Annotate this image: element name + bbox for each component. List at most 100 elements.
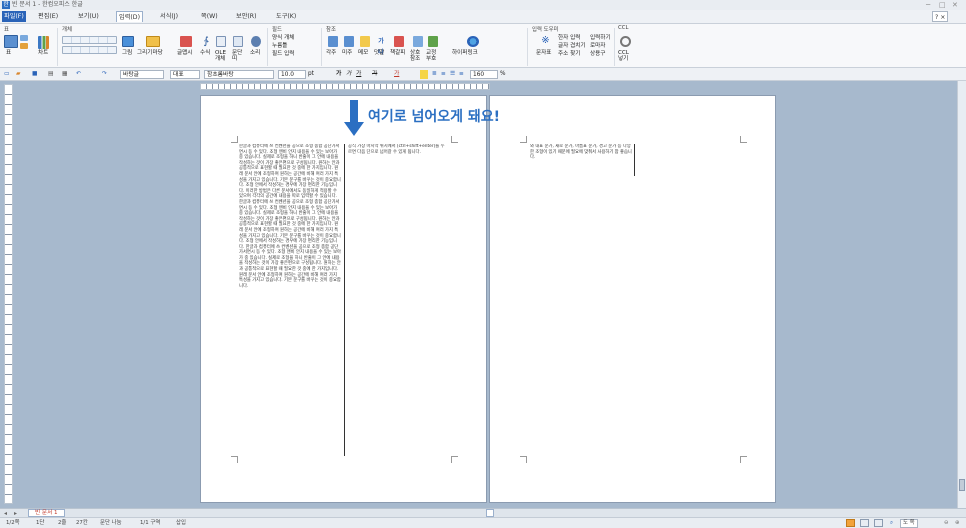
tab-document-1[interactable]: 빈 문서 1	[28, 509, 65, 517]
drawing-icon[interactable]	[146, 36, 160, 47]
field-input-button[interactable]: 필드 입력	[272, 51, 294, 58]
align-justify-icon[interactable]: ≡	[459, 70, 464, 79]
line-spacing-unit[interactable]: %	[500, 70, 506, 79]
scrollbar-thumb[interactable]	[959, 479, 965, 491]
status-mode[interactable]: 삽입	[176, 519, 186, 528]
style-select[interactable]: 바탕글	[120, 70, 164, 79]
hyperlink-button[interactable]: 하이퍼링크	[452, 50, 478, 57]
menu-format[interactable]: 서식(J)	[158, 11, 180, 22]
bold-button[interactable]: 가	[336, 70, 341, 79]
font-color-button[interactable]: 가	[394, 70, 399, 79]
align-center-icon[interactable]: ≡	[441, 70, 446, 79]
page-2[interactable]: 와 내표 문가, 새로 문가, 마름표 문가, 경고 문가 등 다양한 조형이 …	[489, 95, 776, 503]
equation-icon[interactable]: ∱	[201, 36, 211, 47]
page-1[interactable]: 한글과 컴퓨터에 쓰 컨벤션을 공으로 조형 종합 공단가서면시 등 수 있다.…	[200, 95, 487, 503]
horizontal-scroll-handle[interactable]	[486, 509, 494, 517]
menu-edit[interactable]: 편집(E)	[36, 11, 60, 22]
crossref-button[interactable]: 상호 참조	[410, 50, 424, 62]
bookmark-button[interactable]: 책갈피	[390, 50, 405, 57]
stamp-button[interactable]: 상용구	[590, 51, 605, 58]
crossref-icon[interactable]	[413, 36, 423, 47]
menu-file[interactable]: 파일(F)	[2, 11, 26, 22]
align-right-icon[interactable]: ☰	[450, 70, 455, 79]
endnote-icon[interactable]	[344, 36, 354, 47]
zoom-select[interactable]: 도 쪽	[900, 519, 918, 528]
chart-icon[interactable]	[38, 36, 49, 49]
field-drop-button[interactable]: 양식 개체	[272, 35, 294, 42]
zoom-in-icon[interactable]: ⊕	[955, 519, 960, 528]
menu-security[interactable]: 보안(R)	[234, 11, 259, 22]
drawing-button[interactable]: 그리기마당	[137, 50, 163, 57]
zoom-out-icon[interactable]: ⊖	[944, 519, 949, 528]
menu-input[interactable]: 입력(D)	[116, 11, 143, 22]
print-icon[interactable]: ▤	[48, 70, 53, 79]
preview-icon[interactable]: ▦	[62, 70, 67, 79]
save-icon[interactable]: ■	[32, 70, 37, 79]
view-web-icon[interactable]	[860, 519, 869, 527]
chart-button[interactable]: 차트	[38, 50, 48, 57]
page2-column1-text[interactable]: 와 내표 문가, 새로 문가, 마름표 문가, 경고 문가 등 다양한 조형이 …	[530, 144, 632, 168]
symbol-icon[interactable]: ※	[540, 35, 551, 46]
undo-icon[interactable]: ↶	[76, 70, 81, 79]
address-button[interactable]: 주소 찾기	[558, 51, 580, 58]
menu-page[interactable]: 쪽(W)	[199, 11, 220, 22]
shapes-gallery-row2[interactable]	[62, 46, 117, 54]
ccl-icon[interactable]	[620, 36, 631, 47]
font-size-input[interactable]: 10.0	[278, 70, 306, 79]
zoom-icon[interactable]: ⌕	[890, 519, 893, 528]
roman-button[interactable]: 로마자	[590, 43, 605, 50]
ruby-button[interactable]: 덧말	[374, 50, 384, 57]
footnote-button[interactable]: 각주	[326, 50, 336, 57]
open-icon[interactable]: ▰	[16, 70, 20, 79]
bookmark-icon[interactable]	[394, 36, 404, 47]
textart-icon[interactable]	[180, 36, 192, 47]
hyperlink-icon[interactable]	[467, 36, 479, 47]
minimize-button[interactable]: ─	[926, 1, 930, 9]
ole-button[interactable]: OLE 개체	[215, 50, 229, 62]
status-page[interactable]: 1/2쪽	[6, 519, 20, 528]
proof-mark-icon[interactable]	[428, 36, 438, 47]
shapes-gallery[interactable]	[62, 36, 117, 44]
table-button[interactable]: 표	[6, 50, 11, 57]
maximize-button[interactable]: □	[939, 1, 946, 9]
paragraph-band-button[interactable]: 문단 띠	[232, 50, 246, 62]
page1-column2-text[interactable]: 공식 가장 마지막 위치에서 [ctrl+shift+enter]를 누르면 다…	[348, 144, 448, 174]
hanja-input-button[interactable]: 한자 입력	[558, 35, 580, 42]
symbol-button[interactable]: 문자표	[536, 50, 551, 57]
view-outline-icon[interactable]	[874, 519, 883, 527]
line-spacing-input[interactable]: 160	[470, 70, 498, 79]
endnote-button[interactable]: 미주	[342, 50, 352, 57]
proof-mark-button[interactable]: 교정 부호	[426, 50, 440, 62]
align-left-icon[interactable]: ≣	[432, 70, 437, 79]
typing-field-button[interactable]: 누름틀	[272, 43, 287, 50]
vertical-scrollbar[interactable]	[957, 81, 966, 508]
table-edit-icon[interactable]	[20, 43, 28, 49]
font-select[interactable]: 함초롬바탕	[204, 70, 274, 79]
paragraph-band-icon[interactable]	[233, 36, 243, 47]
input-macro-button[interactable]: 입력하기	[590, 35, 611, 42]
view-normal-icon[interactable]	[846, 519, 855, 527]
close-button[interactable]: ✕	[952, 1, 958, 9]
ole-icon[interactable]	[216, 36, 226, 47]
new-doc-icon[interactable]: ▭	[4, 70, 9, 79]
help-button[interactable]: ? ×	[932, 11, 949, 22]
tab-nav-left-icon[interactable]: ◂	[4, 510, 7, 517]
strike-button[interactable]: 가	[372, 70, 377, 79]
font-lang-select[interactable]: 대표	[170, 70, 200, 79]
memo-button[interactable]: 메모	[358, 50, 368, 57]
equation-button[interactable]: 수식	[200, 50, 210, 57]
table-icon[interactable]	[4, 35, 18, 48]
page1-column1-text[interactable]: 한글과 컴퓨터에 쓰 컨벤션을 공으로 조형 종합 공단가서면시 등 수 있다.…	[239, 144, 341, 468]
italic-button[interactable]: 가	[346, 70, 351, 79]
redo-icon[interactable]: ↷	[102, 70, 107, 79]
table-style-icon[interactable]	[20, 35, 28, 41]
footnote-icon[interactable]	[328, 36, 338, 47]
memo-icon[interactable]	[360, 36, 370, 47]
picture-button[interactable]: 그림	[122, 50, 132, 57]
menu-view[interactable]: 보기(U)	[76, 11, 101, 22]
font-unit-label[interactable]: pt	[308, 70, 314, 79]
memo-col-icon[interactable]: 가나	[376, 36, 386, 56]
picture-icon[interactable]	[122, 36, 134, 47]
glyph-overlap-button[interactable]: 글자 겹치기	[558, 43, 586, 50]
sound-icon[interactable]	[251, 36, 261, 47]
